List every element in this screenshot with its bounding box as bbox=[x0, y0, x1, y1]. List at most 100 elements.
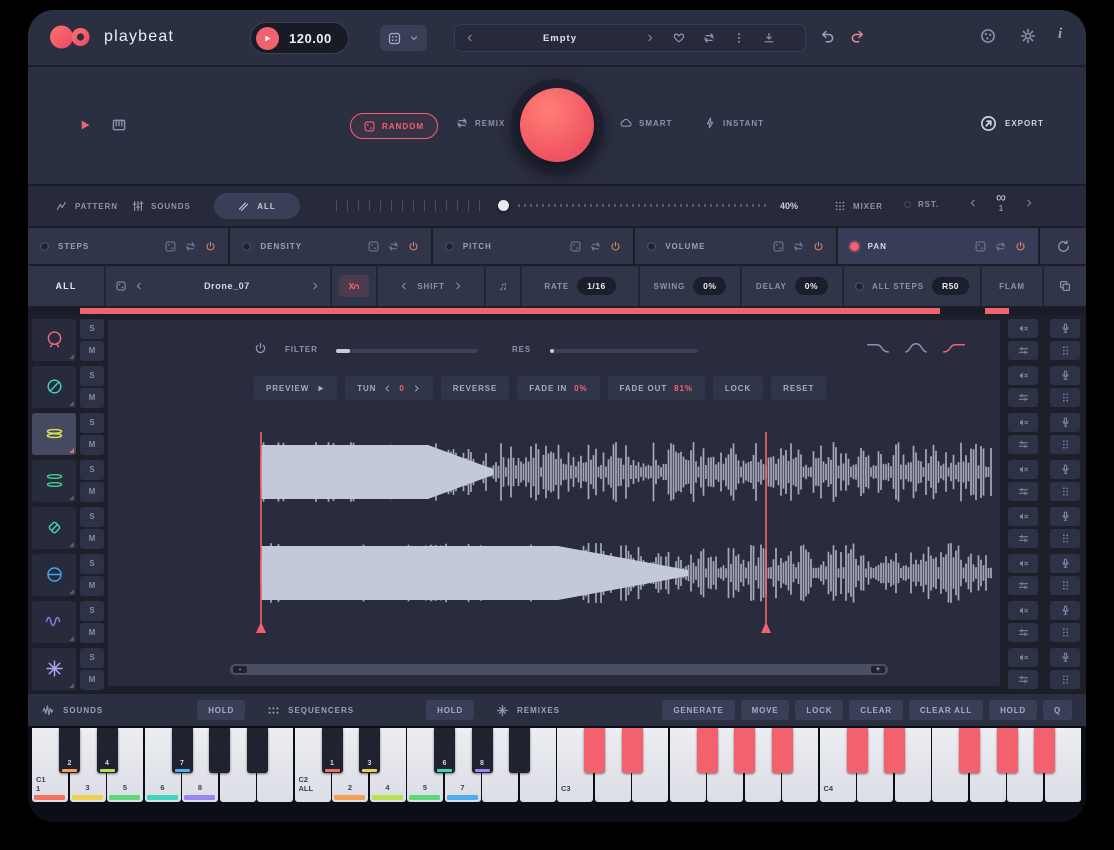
sample-end-marker-handle[interactable] bbox=[761, 622, 771, 633]
track-solo-button[interactable]: S bbox=[80, 460, 104, 480]
piano-black-key[interactable]: 3 bbox=[359, 728, 380, 773]
track-synth-icon[interactable] bbox=[32, 601, 76, 643]
piano-black-key-remix[interactable] bbox=[734, 728, 755, 773]
tune-up-button[interactable] bbox=[412, 384, 421, 393]
remixes-section-label[interactable]: REMIXES bbox=[496, 704, 560, 717]
community-icon[interactable] bbox=[980, 28, 996, 44]
piano-black-key[interactable] bbox=[509, 728, 530, 773]
zoom-out-button[interactable]: - bbox=[233, 666, 247, 673]
all-tracks-button[interactable]: ALL bbox=[214, 193, 300, 219]
loop-icon[interactable] bbox=[590, 241, 601, 252]
smart-button[interactable]: SMART bbox=[620, 117, 672, 129]
piano-black-key-remix[interactable] bbox=[997, 728, 1018, 773]
track-kick-icon[interactable] bbox=[32, 319, 76, 361]
lowpass-filter-icon[interactable] bbox=[866, 341, 890, 354]
piano-black-key[interactable]: 4 bbox=[97, 728, 118, 773]
track-grid-button[interactable] bbox=[1050, 482, 1080, 501]
piano-black-key[interactable]: 1 bbox=[322, 728, 343, 773]
power-icon[interactable] bbox=[610, 241, 621, 252]
bpm-value[interactable]: 120.00 bbox=[289, 31, 332, 46]
tab-volume[interactable]: VOLUME bbox=[635, 228, 835, 264]
preset-prev-button[interactable] bbox=[465, 33, 475, 43]
tab-pan[interactable]: PAN bbox=[838, 228, 1038, 264]
info-icon[interactable]: i bbox=[1058, 26, 1062, 43]
track-record-button[interactable] bbox=[1050, 554, 1080, 573]
dice-icon[interactable] bbox=[570, 241, 581, 252]
sample-prev-button[interactable] bbox=[134, 281, 144, 291]
piano-black-key[interactable] bbox=[209, 728, 230, 773]
q-button[interactable]: Q bbox=[1043, 700, 1072, 720]
dice-icon[interactable] bbox=[773, 241, 784, 252]
track-solo-button[interactable]: S bbox=[80, 366, 104, 386]
track-output-mute-button[interactable] bbox=[1008, 319, 1038, 338]
redo-button[interactable] bbox=[850, 29, 865, 44]
track-sliders-button[interactable] bbox=[1008, 388, 1038, 407]
shift-right-button[interactable] bbox=[453, 281, 463, 291]
reverse-button[interactable]: REVERSE bbox=[441, 376, 510, 400]
track-output-mute-button[interactable] bbox=[1008, 601, 1038, 620]
track-open-hihat-icon[interactable] bbox=[32, 460, 76, 502]
tab-pitch[interactable]: PITCH bbox=[433, 228, 633, 264]
sample-name[interactable]: Drone_07 bbox=[152, 281, 302, 291]
rate-value[interactable]: 1/16 bbox=[577, 277, 616, 295]
pattern-length[interactable]: ∞ 1 bbox=[996, 192, 1006, 214]
track-solo-button[interactable]: S bbox=[80, 554, 104, 574]
track-mute-button[interactable]: M bbox=[80, 576, 104, 596]
track-solo-button[interactable]: S bbox=[80, 413, 104, 433]
piano-black-key-remix[interactable] bbox=[959, 728, 980, 773]
loop-icon[interactable] bbox=[995, 241, 1006, 252]
power-icon[interactable] bbox=[408, 241, 419, 252]
fade-out-button[interactable]: FADE OUT 81% bbox=[608, 376, 705, 400]
track-sliders-button[interactable] bbox=[1008, 435, 1038, 454]
undo-button[interactable] bbox=[820, 29, 835, 44]
sounds-hold-button[interactable]: HOLD bbox=[197, 700, 245, 720]
dice-icon[interactable] bbox=[975, 241, 986, 252]
track-record-button[interactable] bbox=[1050, 460, 1080, 479]
track-sliders-button[interactable] bbox=[1008, 482, 1038, 501]
track-solo-button[interactable]: S bbox=[80, 648, 104, 668]
mute-steps-button[interactable] bbox=[339, 275, 369, 297]
trigger-pad[interactable] bbox=[520, 88, 594, 162]
reset-sample-button[interactable]: RESET bbox=[771, 376, 826, 400]
piano-black-key[interactable] bbox=[247, 728, 268, 773]
sequencers-section-label[interactable]: SEQUENCERS bbox=[267, 704, 354, 717]
track-sliders-button[interactable] bbox=[1008, 341, 1038, 360]
track-output-mute-button[interactable] bbox=[1008, 554, 1038, 573]
sample-start-marker-handle[interactable] bbox=[256, 622, 266, 633]
sequencers-hold-button[interactable]: HOLD bbox=[426, 700, 474, 720]
piano-black-key[interactable]: 6 bbox=[434, 728, 455, 773]
random-button[interactable]: RANDOM bbox=[350, 113, 438, 139]
waveform-scrollbar[interactable]: - + bbox=[230, 664, 888, 675]
track-record-button[interactable] bbox=[1050, 507, 1080, 526]
track-sliders-button[interactable] bbox=[1008, 576, 1038, 595]
piano-black-key[interactable]: 8 bbox=[472, 728, 493, 773]
track-crash-icon[interactable] bbox=[32, 648, 76, 690]
track-solo-button[interactable]: S bbox=[80, 507, 104, 527]
piano-black-key-remix[interactable] bbox=[1034, 728, 1055, 773]
amount-slider-track[interactable] bbox=[518, 204, 770, 207]
track-grid-button[interactable] bbox=[1050, 670, 1080, 689]
track-shaker-icon[interactable] bbox=[32, 507, 76, 549]
track-mute-button[interactable]: M bbox=[80, 623, 104, 643]
loop-region-strip[interactable] bbox=[28, 308, 1086, 314]
piano-black-key-remix[interactable] bbox=[584, 728, 605, 773]
loop-region-main[interactable] bbox=[80, 308, 940, 314]
track-grid-button[interactable] bbox=[1050, 435, 1080, 454]
remix-button[interactable]: REMIX bbox=[456, 117, 505, 129]
loop-icon[interactable] bbox=[388, 241, 399, 252]
settings-gear-icon[interactable] bbox=[1020, 28, 1036, 44]
clear-button[interactable]: CLEAR bbox=[849, 700, 903, 720]
power-icon[interactable] bbox=[205, 241, 216, 252]
generate-button[interactable]: GENERATE bbox=[662, 700, 734, 720]
loop-region-tail[interactable] bbox=[985, 308, 1009, 314]
mixer-button[interactable]: MIXER bbox=[834, 200, 883, 212]
pattern-play-button[interactable] bbox=[78, 118, 92, 132]
flam-control[interactable]: FLAM bbox=[982, 266, 1044, 306]
export-button[interactable]: EXPORT bbox=[980, 115, 1044, 132]
track-sliders-button[interactable] bbox=[1008, 529, 1038, 548]
piano-black-key[interactable]: 2 bbox=[59, 728, 80, 773]
loop-icon[interactable] bbox=[185, 241, 196, 252]
track-grid-button[interactable] bbox=[1050, 341, 1080, 360]
zoom-in-button[interactable]: + bbox=[871, 666, 885, 673]
track-output-mute-button[interactable] bbox=[1008, 460, 1038, 479]
